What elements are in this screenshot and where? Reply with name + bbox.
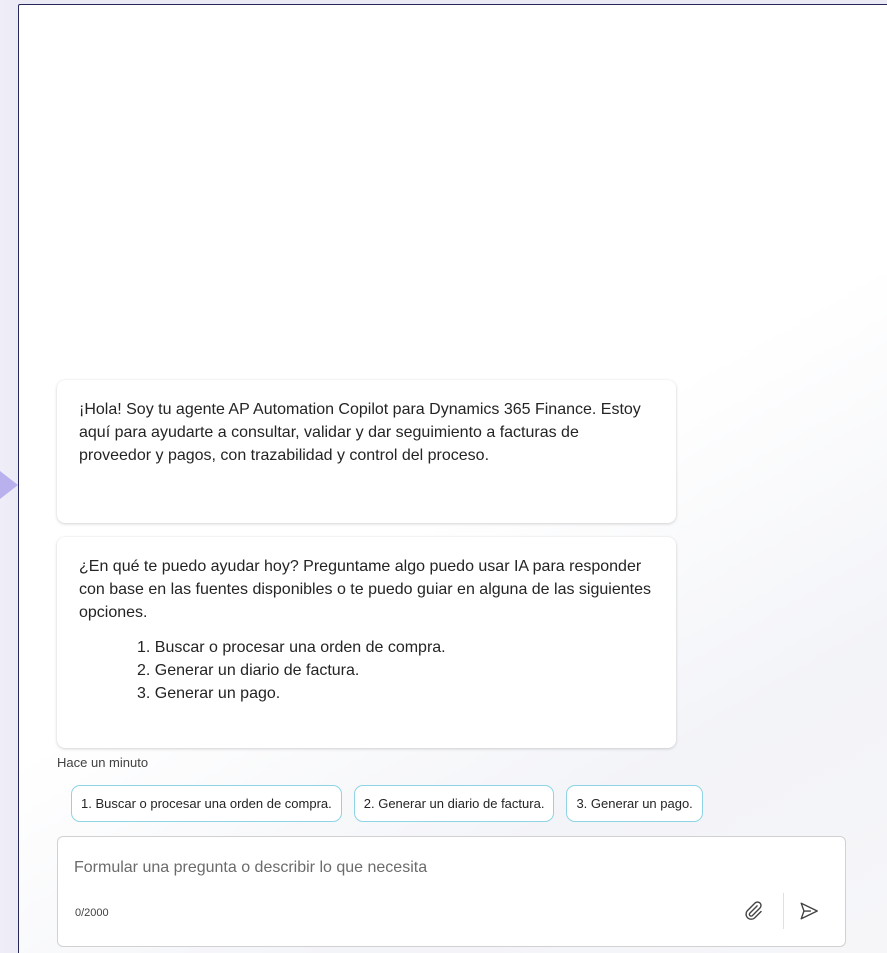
options-list: 1. Buscar o procesar una orden de compra… bbox=[79, 636, 654, 705]
suggested-actions: 1. Buscar o procesar una orden de compra… bbox=[71, 785, 703, 822]
collapse-arrow-icon[interactable] bbox=[0, 471, 18, 499]
bot-message-greeting: ¡Hola! Soy tu agente AP Automation Copil… bbox=[57, 380, 676, 523]
composer-divider bbox=[783, 893, 784, 929]
suggestion-chip-invoice-journal[interactable]: 2. Generar un diario de factura. bbox=[353, 785, 555, 822]
chat-window: ¡Hola! Soy tu agente AP Automation Copil… bbox=[0, 0, 887, 953]
list-item: 3. Generar un pago. bbox=[137, 685, 281, 702]
paperclip-icon[interactable] bbox=[742, 899, 764, 921]
message-text: ¿En qué te puedo ayudar hoy? Preguntame … bbox=[79, 558, 651, 621]
suggestion-chip-purchase-order[interactable]: 1. Buscar o procesar una orden de compra… bbox=[71, 785, 342, 822]
list-item: 2. Generar un diario de factura. bbox=[137, 662, 360, 679]
message-input[interactable] bbox=[74, 859, 694, 877]
message-composer: 0/2000 bbox=[57, 836, 846, 947]
suggestion-chip-payment[interactable]: 3. Generar un pago. bbox=[566, 785, 703, 822]
message-timestamp: Hace un minuto bbox=[57, 755, 149, 770]
character-counter: 0/2000 bbox=[75, 907, 109, 919]
list-item: 1. Buscar o procesar una orden de compra… bbox=[137, 639, 446, 656]
message-text: ¡Hola! Soy tu agente AP Automation Copil… bbox=[79, 401, 641, 464]
chat-panel: ¡Hola! Soy tu agente AP Automation Copil… bbox=[18, 4, 887, 953]
bot-message-options: ¿En qué te puedo ayudar hoy? Preguntame … bbox=[57, 537, 676, 748]
send-icon[interactable] bbox=[798, 900, 820, 922]
